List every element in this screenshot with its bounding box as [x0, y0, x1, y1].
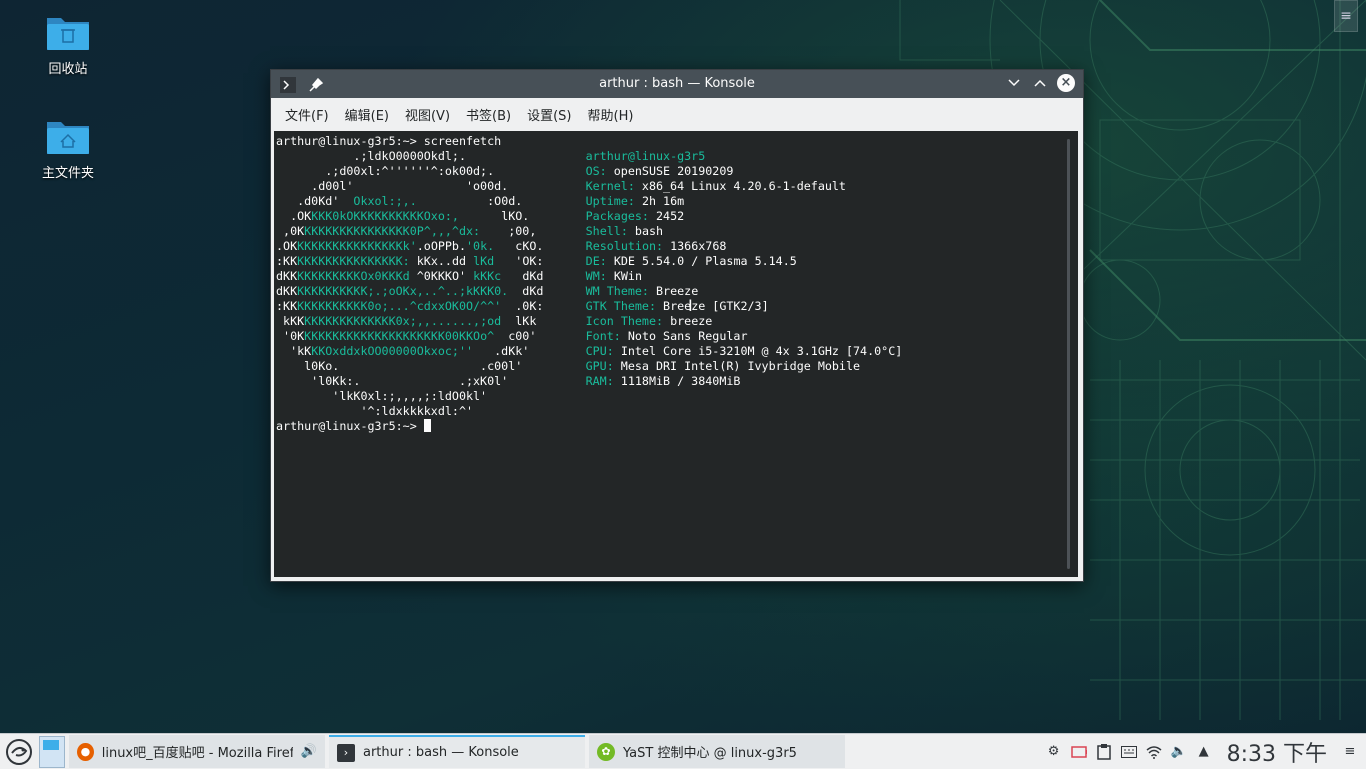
system-tray: ⚙ 🔈 ▲ 8:33 下午 ≡ — [1046, 734, 1366, 769]
volume-icon[interactable]: 🔈 — [1171, 744, 1187, 760]
wifi-icon[interactable] — [1146, 744, 1162, 760]
menu-view[interactable]: 视图(V) — [397, 105, 458, 124]
terminal-line: .OKKKKKKKKKKKKKKKKk'.oOPPb.'0k. cKO. Res… — [276, 239, 727, 253]
terminal-line: kKKKKKKKKKKKKKKK0x;,,......,;od lKk Icon… — [276, 314, 713, 328]
task-label: arthur : bash — Konsole — [363, 745, 519, 760]
terminal-line: .;ldkO0000Okdl;. arthur@linux-g3r5 — [276, 149, 706, 163]
desktop-toolbox-hamburger-icon[interactable]: ≡ — [1334, 0, 1358, 32]
terminal-line: :KKKKKKKKKKKKKKKKK: kKx..dd lKd 'OK: DE:… — [276, 254, 797, 268]
desktop-icon-home[interactable]: 主文件夹 — [18, 116, 118, 181]
clipboard-icon[interactable] — [1096, 743, 1112, 760]
menu-file[interactable]: 文件(F) — [277, 105, 337, 124]
terminal-output: arthur@linux-g3r5:~> screenfetch .;ldkO0… — [274, 131, 1078, 434]
window-title: arthur : bash — Konsole — [599, 76, 755, 91]
task-label: linux吧_百度贴吧 - Mozilla Firef… — [101, 746, 293, 761]
firefox-icon: ● — [77, 742, 94, 761]
menu-bookmarks[interactable]: 书签(B) — [458, 105, 519, 124]
prompt-line: arthur@linux-g3r5:~> — [276, 419, 424, 433]
konsole-window[interactable]: arthur : bash — Konsole × 文件(F) 编辑(E) 视图… — [270, 69, 1084, 582]
terminal-line: .;d00xl:^''''''^:ok00d;. OS: openSUSE 20… — [276, 164, 734, 178]
yast-icon: ✿ — [597, 742, 615, 761]
terminal-line: '0KKKKKKKKKKKKKKKKKKKKK00KKOo^ c00' Font… — [276, 329, 748, 343]
maximize-chevron-up-icon[interactable] — [1031, 74, 1049, 92]
close-icon[interactable]: × — [1057, 74, 1075, 92]
desktop-icon-label: 回收站 — [48, 62, 88, 77]
task-firefox[interactable]: ● linux吧_百度贴吧 - Mozilla Firef… 🔊 — [69, 735, 325, 768]
panel-options-hamburger-icon[interactable]: ≡ — [1342, 744, 1358, 760]
terminal-block-cursor — [423, 419, 431, 432]
terminal-line: 'kKKKOxddxkOO00000Okxoc;'' .dKk' CPU: In… — [276, 344, 903, 358]
menu-help[interactable]: 帮助(H) — [580, 105, 642, 124]
terminal-line: ,0KKKKKKKKKKKKKKKK0P^,,,^dx: ;00, Shell:… — [276, 224, 664, 238]
digital-clock[interactable]: 8:33 下午 — [1227, 736, 1327, 768]
pin-icon[interactable] — [307, 76, 325, 94]
window-titlebar[interactable]: arthur : bash — Konsole × — [271, 70, 1083, 98]
battery-icon[interactable] — [1070, 744, 1087, 760]
home-folder-icon — [45, 116, 91, 156]
terminal-line: '^:ldxkkkkxdl:^' — [276, 404, 586, 418]
menu-edit[interactable]: 编辑(E) — [337, 105, 397, 124]
task-yast[interactable]: ✿ YaST 控制中心 @ linux-g3r5 — [589, 735, 845, 768]
application-launcher-opensuse-icon[interactable] — [3, 736, 35, 768]
virtual-desktop-pager[interactable] — [39, 735, 65, 768]
menu-settings[interactable]: 设置(S) — [519, 105, 579, 124]
task-konsole[interactable]: › arthur : bash — Konsole — [329, 735, 585, 768]
terminal-line: .OKKKK0kOKKKKKKKKKKOxo:, lKO. Packages: … — [276, 209, 685, 223]
terminal-area[interactable]: arthur@linux-g3r5:~> screenfetch .;ldkO0… — [274, 131, 1078, 577]
terminal-line: :KKKKKKKKKKKK0o;...^cdxxOK0O/^^' .0K: GT… — [276, 299, 769, 313]
konsole-app-icon[interactable] — [279, 76, 297, 94]
audio-playing-icon: 🔊 — [300, 744, 317, 759]
text-cursor-ibeam-icon: I — [688, 296, 693, 315]
keyboard-icon[interactable] — [1120, 744, 1137, 760]
terminal-line: 'lkK0xl:;,,,,;:ldO0kl' — [276, 389, 586, 403]
terminal-line: dKKKKKKKKKKKOx0KKKd ^0KKKO' kKKc dKd WM:… — [276, 269, 642, 283]
desktop-icon-label: 主文件夹 — [41, 166, 94, 181]
terminal-scrollbar[interactable] — [1067, 139, 1070, 569]
menubar: 文件(F) 编辑(E) 视图(V) 书签(B) 设置(S) 帮助(H) — [271, 98, 1083, 130]
kde-connect-icon[interactable]: ⚙ — [1046, 744, 1062, 760]
konsole-icon: › — [337, 743, 355, 762]
prompt-line: arthur@linux-g3r5:~> screenfetch — [276, 134, 502, 148]
terminal-line: l0Ko. .c00l' GPU: Mesa DRI Intel(R) Ivyb… — [276, 359, 861, 373]
terminal-line: 'l0Kk:. .;xK0l' RAM: 1118MiB / 3840MiB — [276, 374, 741, 388]
task-label: YaST 控制中心 @ linux-g3r5 — [623, 746, 797, 761]
tray-expand-arrow-icon[interactable]: ▲ — [1196, 744, 1212, 760]
trash-folder-icon — [45, 12, 91, 52]
desktop-icon-trash[interactable]: 回收站 — [18, 12, 118, 77]
minimize-chevron-down-icon[interactable] — [1005, 74, 1023, 92]
terminal-line: .d00l' 'o00d. Kernel: x86_64 Linux 4.20.… — [276, 179, 846, 193]
terminal-line: .d0Kd' Okxol:;,. :O0d. Uptime: 2h 16m — [276, 194, 685, 208]
terminal-line: dKKKKKKKKKKKK;.;oOKx,..^..;kKKK0. dKd WM… — [276, 284, 699, 298]
taskbar-panel: ● linux吧_百度贴吧 - Mozilla Firef… 🔊 › arthu… — [0, 733, 1366, 769]
